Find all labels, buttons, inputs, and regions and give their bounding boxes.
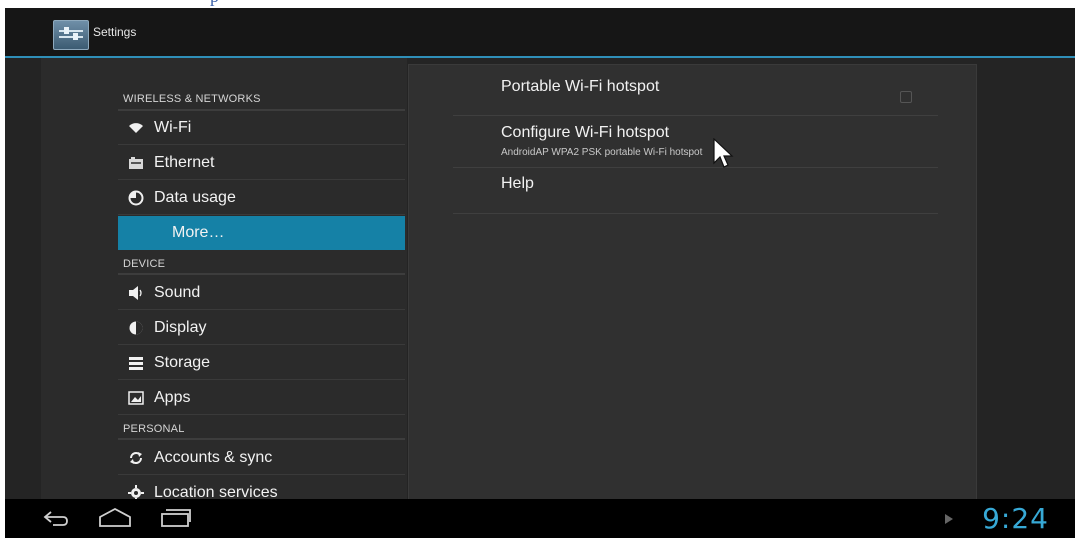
action-bar: Settings <box>5 8 1075 58</box>
sync-icon <box>128 450 144 466</box>
mouse-pointer-icon <box>713 138 734 168</box>
sidebar-item-data-usage[interactable]: Data usage <box>118 181 405 215</box>
pref-title: Help <box>501 175 534 192</box>
divider <box>118 273 405 275</box>
sidebar-item-label: Display <box>154 319 207 336</box>
app-title: Settings <box>93 25 137 39</box>
sidebar-item-label: Storage <box>154 354 211 371</box>
display-icon <box>128 320 144 336</box>
section-header-wireless: WIRELESS & NETWORKS <box>123 93 261 105</box>
sidebar-item-more[interactable]: More… <box>118 216 405 250</box>
sidebar-item-label: More… <box>172 224 225 241</box>
settings-icon[interactable] <box>53 20 89 50</box>
speaker-icon <box>128 285 144 301</box>
sidebar-item-ethernet[interactable]: Ethernet <box>118 146 405 180</box>
sidebar-item-sound[interactable]: Sound <box>118 276 405 310</box>
home-icon[interactable] <box>98 507 132 529</box>
pref-help[interactable]: Help <box>453 168 938 214</box>
data-usage-icon <box>128 190 144 206</box>
section-header-device: DEVICE <box>123 258 166 270</box>
sidebar-item-label: Sound <box>154 284 201 301</box>
sidebar-item-display[interactable]: Display <box>118 311 405 345</box>
hotspot-checkbox[interactable] <box>900 91 912 103</box>
back-icon[interactable] <box>43 509 69 529</box>
pref-configure-hotspot[interactable]: Configure Wi-Fi hotspot AndroidAP WPA2 P… <box>453 116 938 168</box>
sidebar-item-label: Data usage <box>154 189 236 206</box>
section-header-personal: PERSONAL <box>123 423 185 435</box>
pref-portable-hotspot[interactable]: Portable Wi-Fi hotspot <box>453 70 938 116</box>
ethernet-icon <box>128 155 144 171</box>
sidebar-item-accounts-sync[interactable]: Accounts & sync <box>118 441 405 475</box>
pref-title: Portable Wi-Fi hotspot <box>501 78 660 95</box>
apps-icon <box>128 390 144 406</box>
android-screen: Settings WIRELESS & NETWORKS Wi-Fi Ether… <box>5 8 1075 538</box>
storage-icon <box>128 355 144 371</box>
sidebar-item-label: Ethernet <box>154 154 215 171</box>
sidebar-item-apps[interactable]: Apps <box>118 381 405 415</box>
clock[interactable]: 9:24 <box>982 502 1049 535</box>
sidebar-item-label: Apps <box>154 389 191 406</box>
sidebar-item-wifi[interactable]: Wi-Fi <box>118 111 405 145</box>
sidebar-item-label: Wi-Fi <box>154 119 192 136</box>
pref-summary: AndroidAP WPA2 PSK portable Wi-Fi hotspo… <box>501 147 703 158</box>
pref-title: Configure Wi-Fi hotspot <box>501 124 670 141</box>
sidebar-item-label: Accounts & sync <box>154 449 273 466</box>
wifi-icon <box>128 120 144 136</box>
navigation-bar: 9:24 <box>5 499 1075 538</box>
recent-apps-icon[interactable] <box>160 508 192 530</box>
cropped-top-text: p <box>210 0 330 8</box>
sidebar-item-storage[interactable]: Storage <box>118 346 405 380</box>
notification-icon[interactable] <box>945 514 953 524</box>
divider <box>118 438 405 440</box>
